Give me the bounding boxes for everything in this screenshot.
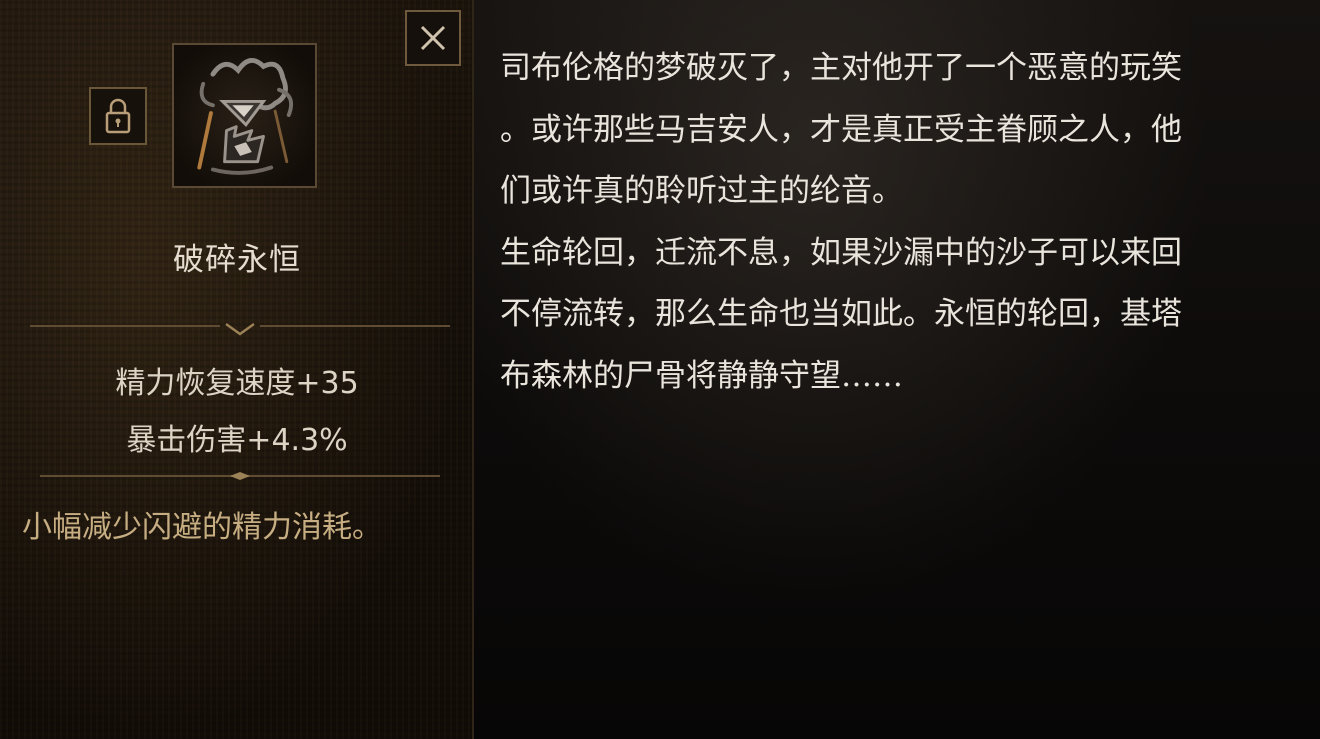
lock-button[interactable] <box>89 87 147 145</box>
item-name: 破碎永恒 <box>173 242 301 278</box>
close-button[interactable] <box>405 10 461 66</box>
item-image-frame <box>172 43 317 188</box>
lore-line: 司布伦格的梦破灭了，主对他开了一个恶意的玩笑 <box>500 50 1182 86</box>
lore-line: 不停流转，那么生命也当如此。永恒的轮回，基塔 <box>500 296 1182 332</box>
lore-line: 们或许真的聆听过主的纶音。 <box>500 173 903 209</box>
divider-top <box>30 318 450 338</box>
lore-line: 布森林的尸骨将静静守望…… <box>500 357 903 394</box>
item-detail-panel: 破碎永恒 精力恢复速度+35 暴击伤害+4.3% 小幅减少闪避的精力消耗。 <box>0 0 474 739</box>
lore-text: 司布伦格的梦破灭了，主对他开了一个恶意的玩笑 。或许那些马吉安人，才是真正受主眷… <box>500 38 1300 407</box>
broken-hourglass-icon <box>197 58 293 175</box>
item-effect-description: 小幅减少闪避的精力消耗。 <box>22 510 382 545</box>
lore-line: 。或许那些马吉安人，才是真正受主眷顾之人，他 <box>500 111 1182 148</box>
lore-line: 生命轮回，迁流不息，如果沙漏中的沙子可以来回 <box>500 234 1182 271</box>
close-icon <box>420 25 446 51</box>
lore-panel: 司布伦格的梦破灭了，主对他开了一个恶意的玩笑 。或许那些马吉安人，才是真正受主眷… <box>474 0 1320 739</box>
item-stat-crit-damage: 暴击伤害+4.3% <box>126 423 348 458</box>
divider-bottom <box>30 466 450 486</box>
lock-icon <box>105 98 131 134</box>
item-stat-stamina-regen: 精力恢复速度+35 <box>115 366 359 401</box>
